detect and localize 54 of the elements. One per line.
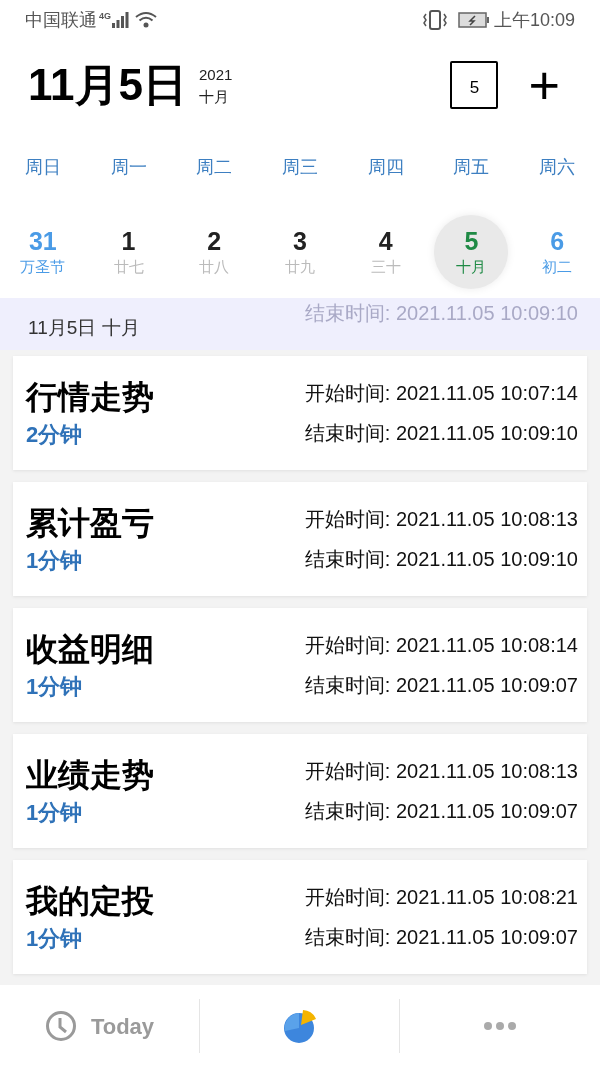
end-time: 结束时间: 2021.11.05 10:09:10 [304,547,578,572]
entry-title: 收益明细 [26,630,154,669]
day-cell[interactable]: 3 廿九 [263,215,337,289]
day-cell[interactable]: 5 十月 [434,215,509,289]
entry-card[interactable]: 收益明细 1分钟 开始时间: 2021.11.05 10:08:14 结束时间: 2021.11.05 10:09:07 [13,608,587,722]
weekday-label: 周三 [281,155,319,179]
entry-duration: 1分钟 [26,547,84,575]
entry-card[interactable]: 我的定投 1分钟 开始时间: 2021.11.05 10:08:21 结束时间: 2021.11.05 10:09:07 [13,860,587,974]
weekday-label: 周五 [452,155,491,179]
section-date-label: 11月5日 十月 [28,316,140,340]
end-time: 结束时间: 2021.11.05 10:09:07 [304,925,578,950]
end-time: 结束时间: 2021.11.05 10:09:07 [304,799,578,824]
vibrate-icon [421,10,448,30]
entry-card[interactable]: 累计盈亏 1分钟 开始时间: 2021.11.05 10:08:13 结束时间: 2021.11.05 10:09:10 [13,482,587,596]
signal-icon [111,12,129,28]
carrier-name: 中国联通 [25,8,97,32]
wifi-icon [135,11,157,29]
weekday-label: 周二 [195,155,234,179]
entry-title: 行情走势 [26,378,154,417]
weekday-label: 周一 [109,155,148,179]
start-time: 开始时间: 2021.11.05 10:08:14 [304,633,578,658]
weekday-label: 周六 [538,155,577,179]
pie-chart-icon[interactable] [281,1008,318,1044]
start-time: 开始时间: 2021.11.05 10:08:13 [304,507,578,532]
year-label: 2021 [199,65,233,85]
clock-time: 上午10:09 [493,8,575,32]
entry-title: 我的定投 [26,882,154,921]
network-type: 4G [99,10,111,23]
weekday-label: 周四 [366,155,405,179]
entry-duration: 1分钟 [26,799,84,827]
day-cell[interactable]: 4 三十 [348,215,423,289]
entry-card[interactable]: 业绩走势 1分钟 开始时间: 2021.11.05 10:08:13 结束时间: 2021.11.05 10:09:07 [13,734,587,848]
battery-icon [457,12,490,28]
entry-title: 累计盈亏 [26,504,154,543]
lunar-month-label: 十月 [199,87,230,107]
weekday-label: 周日 [23,155,62,179]
faded-end-time: 结束时间: 2021.11.05 10:09:10 [304,301,578,326]
entry-duration: 2分钟 [26,421,84,449]
end-time: 结束时间: 2021.11.05 10:09:07 [304,673,578,698]
start-time: 开始时间: 2021.11.05 10:08:21 [304,885,578,910]
today-calendar-button[interactable]: 5 [450,61,499,109]
entry-duration: 1分钟 [26,925,84,953]
start-time: 开始时间: 2021.11.05 10:07:14 [304,381,578,406]
date-title: 11月5日 [28,59,187,111]
entry-duration: 1分钟 [26,673,84,701]
day-cell[interactable]: 2 廿八 [177,215,252,289]
end-time: 结束时间: 2021.11.05 10:09:10 [304,421,578,446]
day-cell[interactable]: 1 廿七 [91,215,166,289]
entry-title: 业绩走势 [26,756,154,795]
more-icon[interactable] [484,1022,516,1030]
entry-card[interactable]: 行情走势 2分钟 开始时间: 2021.11.05 10:07:14 结束时间: 2021.11.05 10:09:10 [13,356,587,470]
start-time: 开始时间: 2021.11.05 10:08:13 [304,759,578,784]
add-button[interactable]: + [528,58,560,112]
clock-icon [44,1010,77,1042]
